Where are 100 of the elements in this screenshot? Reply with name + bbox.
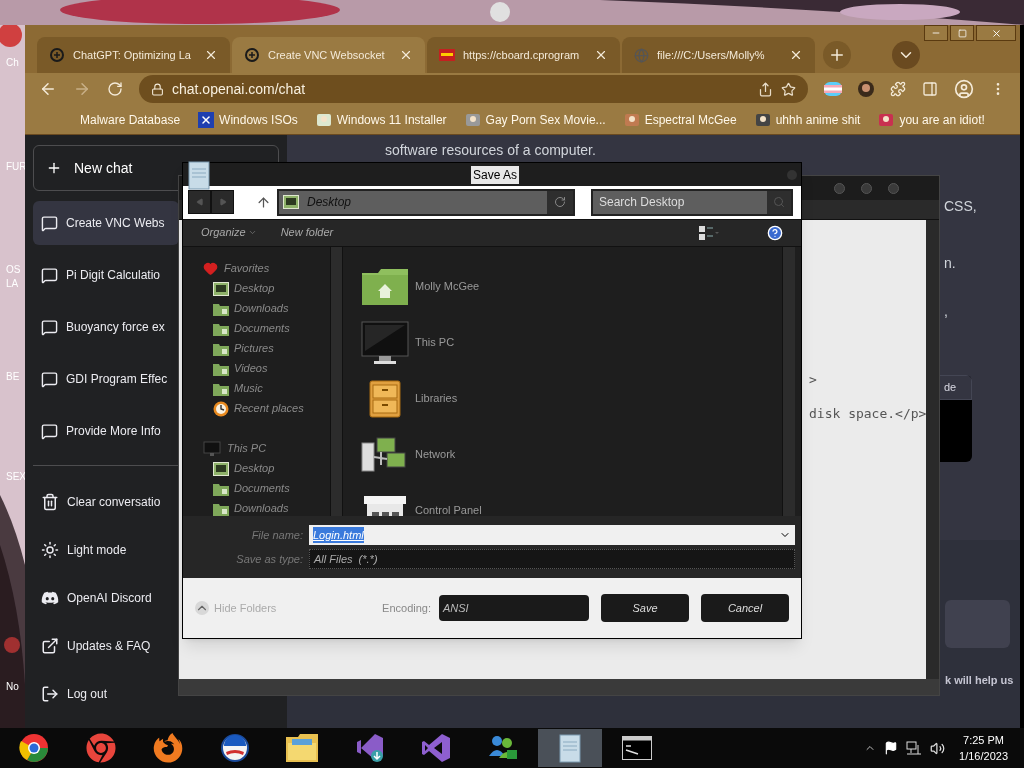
- nav-group[interactable]: Favorites: [203, 258, 330, 279]
- avatar-icon[interactable]: [858, 81, 874, 97]
- view-icon[interactable]: [699, 225, 719, 240]
- terminal-icon: [622, 736, 652, 760]
- search-field[interactable]: Search Desktop: [591, 188, 793, 216]
- nav-group[interactable]: This PC: [203, 438, 330, 459]
- sidebar-menu-item[interactable]: OpenAI Discord: [33, 574, 179, 622]
- conversation-item[interactable]: Pi Digit Calculatio: [33, 253, 179, 297]
- refresh-icon[interactable]: [554, 196, 566, 209]
- field-label: File name:: [250, 527, 303, 543]
- help-icon[interactable]: [767, 224, 783, 241]
- round-logo-icon: [221, 734, 249, 762]
- nav-item[interactable]: Pictures: [203, 338, 330, 359]
- nav-item[interactable]: Documents: [203, 318, 330, 339]
- share-icon[interactable]: [758, 81, 773, 97]
- location-item[interactable]: Control Panel: [361, 486, 782, 516]
- conversation-item[interactable]: Provide More Info: [33, 409, 179, 453]
- back-button[interactable]: [188, 190, 211, 215]
- bookmark-link[interactable]: you are an idiot!: [899, 110, 985, 129]
- chromium-icon: [19, 733, 49, 763]
- reload-icon[interactable]: [107, 81, 123, 97]
- site-icon: [439, 49, 455, 61]
- nav-item[interactable]: Desktop: [203, 278, 330, 299]
- nav-item[interactable]: Downloads: [203, 498, 330, 519]
- trash-icon: [41, 493, 59, 511]
- bookmark-link[interactable]: Malware Database: [80, 110, 181, 129]
- browser-tab[interactable]: Create VNC Websocket: [232, 37, 425, 73]
- content-scrollbar[interactable]: [782, 246, 795, 516]
- extensions-icon[interactable]: [890, 81, 906, 97]
- horizontal-scrollbar[interactable]: [179, 679, 939, 695]
- menu-label: Clear conversatio: [67, 494, 161, 511]
- nav-item[interactable]: Documents: [203, 478, 330, 499]
- new-folder-button[interactable]: New folder: [280, 224, 334, 241]
- nav-item[interactable]: Desktop: [203, 458, 330, 479]
- close-icon[interactable]: [594, 48, 608, 62]
- browser-tab[interactable]: file:///C:/Users/Molly%: [622, 37, 815, 73]
- maximize-button[interactable]: [950, 25, 974, 41]
- file-name-field[interactable]: Login.html: [309, 525, 795, 545]
- tab-title: ChatGPT: Optimizing La: [73, 47, 192, 63]
- star-icon[interactable]: [781, 81, 796, 97]
- bookmark-link[interactable]: Windows 11 Installer: [336, 110, 447, 129]
- bookmark-link[interactable]: uhhh anime shit: [775, 110, 861, 129]
- sidebar-menu-item[interactable]: Clear conversatio: [33, 478, 179, 526]
- sidebar-menu-item[interactable]: Log out: [33, 670, 179, 718]
- menu-label: Log out: [67, 686, 108, 703]
- location-item[interactable]: Libraries: [361, 374, 782, 423]
- building-icon: [363, 495, 407, 516]
- clock[interactable]: 7:25 PM 1/16/2023: [959, 732, 1008, 764]
- notepad-icon: [187, 159, 211, 190]
- location-item[interactable]: Network: [361, 430, 782, 479]
- minimize-button[interactable]: [924, 25, 948, 41]
- desktop-icon-label: Ch: [6, 58, 19, 68]
- bookmark-link[interactable]: Windows ISOs: [219, 110, 298, 129]
- organize-button[interactable]: Organize: [201, 224, 257, 241]
- nav-item[interactable]: Music: [203, 378, 330, 399]
- new-tab-button[interactable]: [823, 41, 851, 69]
- side-panel-icon[interactable]: [922, 81, 938, 97]
- volume-icon[interactable]: [930, 740, 946, 756]
- conversation-title: Create VNC Webs: [66, 215, 165, 232]
- nav-item[interactable]: Downloads: [203, 298, 330, 319]
- close-icon[interactable]: [789, 48, 803, 62]
- nav-item[interactable]: Videos: [203, 358, 330, 379]
- bookmark-link[interactable]: Gay Porn Sex Movie...: [485, 110, 606, 129]
- back-icon[interactable]: [39, 80, 57, 98]
- home-folder-icon: [362, 268, 408, 305]
- bookmark-link[interactable]: Espectral McGee: [644, 110, 737, 129]
- x-icon: [198, 111, 215, 128]
- profile-icon[interactable]: [954, 79, 974, 99]
- vertical-scrollbar[interactable]: [926, 220, 939, 679]
- address-bar[interactable]: chat.openai.com/chat: [139, 75, 808, 103]
- conversation-item[interactable]: Create VNC Webs: [33, 201, 179, 245]
- location-item[interactable]: Molly McGee: [361, 262, 782, 311]
- conversation-item[interactable]: GDI Program Effec: [33, 357, 179, 401]
- flag-stripes-icon[interactable]: [824, 82, 842, 96]
- dialog-button[interactable]: Cancel: [701, 594, 789, 623]
- flag-icon[interactable]: [884, 741, 899, 755]
- browser-tab[interactable]: ChatGPT: Optimizing La: [37, 37, 230, 73]
- nav-scrollbar[interactable]: [330, 246, 343, 516]
- forward-button[interactable]: [211, 190, 234, 215]
- up-icon[interactable]: [256, 194, 271, 210]
- lock-icon: [151, 82, 164, 96]
- sidebar-menu-item[interactable]: Updates & FAQ: [33, 622, 179, 670]
- address-field[interactable]: Desktop: [277, 188, 575, 216]
- close-icon[interactable]: [204, 48, 218, 62]
- tab-title: file:///C:/Users/Molly%: [657, 47, 766, 63]
- file-type-select[interactable]: All Files (*.*): [309, 549, 795, 569]
- tab-list-button[interactable]: [892, 41, 920, 69]
- sun-icon: [41, 541, 59, 559]
- location-item[interactable]: This PC: [361, 318, 782, 367]
- encoding-select[interactable]: ANSI: [439, 595, 589, 622]
- close-button[interactable]: [976, 25, 1016, 41]
- folder-icon: [213, 501, 229, 516]
- close-icon[interactable]: [399, 48, 413, 62]
- network-icon[interactable]: [906, 741, 923, 755]
- nav-item[interactable]: Recent places: [203, 398, 330, 419]
- disclaimer-text: k will help us: [945, 673, 1014, 688]
- sidebar-menu-item[interactable]: Light mode: [33, 526, 179, 574]
- dialog-button[interactable]: Save: [601, 594, 689, 623]
- browser-tab[interactable]: https://cboard.cprogram: [427, 37, 620, 73]
- conversation-item[interactable]: Buoyancy force ex: [33, 305, 179, 349]
